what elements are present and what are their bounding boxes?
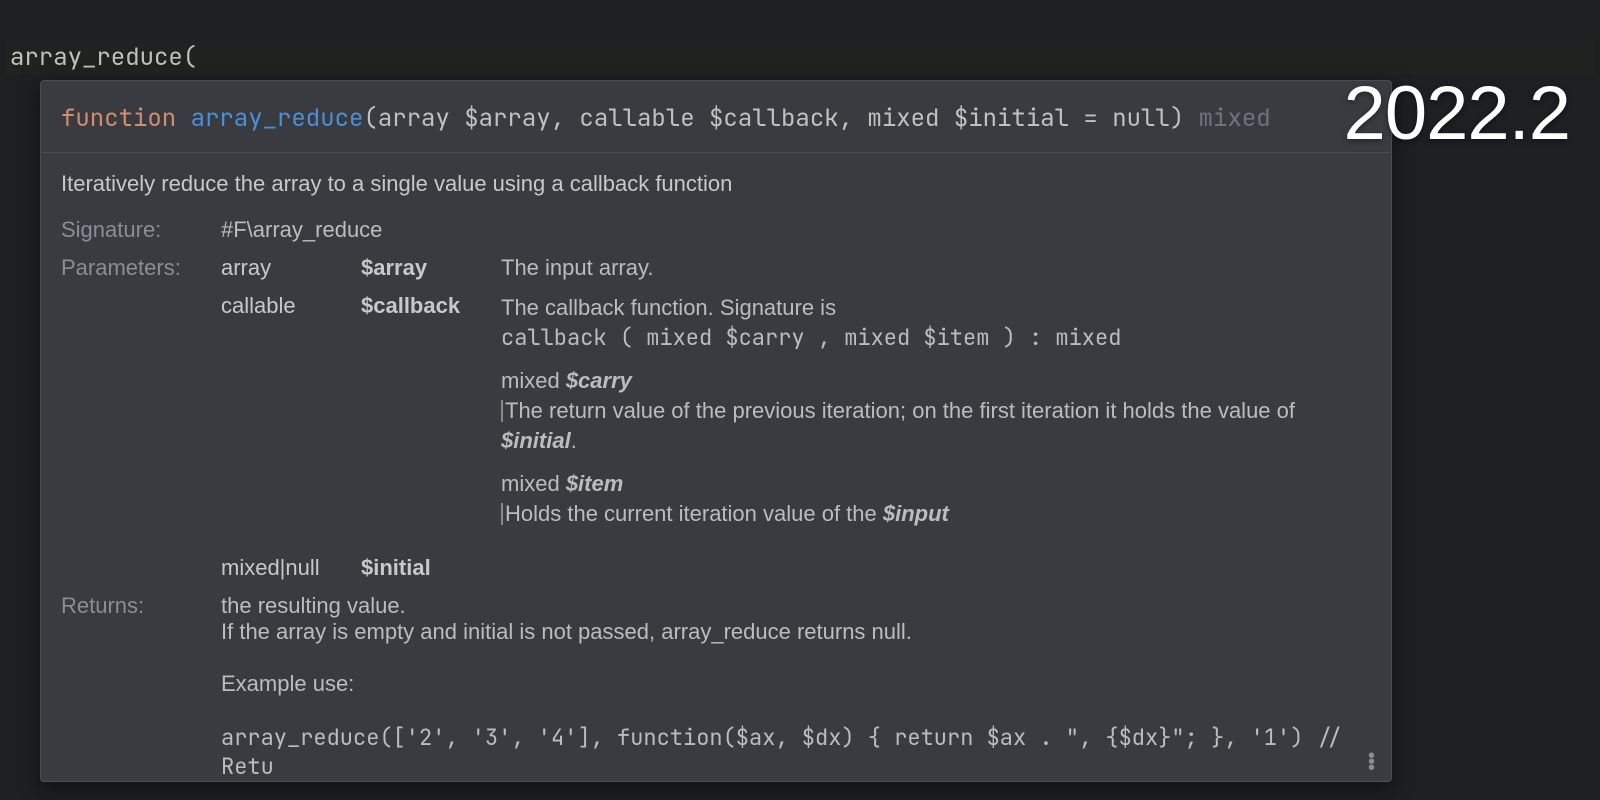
returns-line1: the resulting value. [221, 593, 406, 618]
editor-typed-text[interactable]: array_reduce( [10, 42, 197, 73]
carry-desc-post: . [571, 428, 577, 453]
param-type: callable [221, 287, 361, 549]
carry-desc-em: $initial [501, 428, 571, 453]
returns-label: Returns: [61, 587, 221, 782]
item-desc-em: $input [883, 501, 949, 526]
doc-meta-table: Signature: #F\array_reduce Parameters: a… [61, 211, 1371, 782]
item-name: $item [566, 471, 623, 496]
signature-label: Signature: [61, 211, 221, 249]
param-desc: The callback function. Signature is call… [501, 287, 1371, 549]
parameters-label: Parameters: [61, 249, 221, 287]
param-desc [501, 549, 1371, 587]
signature-params: (array $array, callable $callback, mixed… [363, 103, 1184, 134]
callback-signature: callback ( mixed $carry , mixed $item ) … [501, 323, 1121, 352]
returns-line2: If the array is empty and initial is not… [221, 619, 912, 644]
param-name: $initial [361, 549, 501, 587]
carry-name: $carry [566, 368, 632, 393]
param-type: mixed|null [221, 549, 361, 587]
documentation-popup: function array_reduce(array $array, call… [40, 80, 1392, 782]
returns-desc: the resulting value. If the array is emp… [221, 587, 1371, 782]
example-label: Example use: [221, 671, 354, 696]
caret-icon [501, 400, 503, 422]
function-name: array_reduce [191, 103, 364, 134]
documentation-body: Iteratively reduce the array to a single… [41, 153, 1391, 782]
item-desc: Holds the current iteration value of the [505, 501, 883, 526]
param-type: array [221, 249, 361, 287]
more-options-icon[interactable]: ••• [1368, 753, 1375, 771]
return-type: mixed [1199, 103, 1271, 134]
caret-icon [501, 503, 503, 525]
signature-header: function array_reduce(array $array, call… [41, 81, 1391, 153]
version-badge: 2022.2 [1344, 70, 1570, 157]
param-desc: The input array. [501, 249, 1371, 287]
signature-value: #F\array_reduce [221, 211, 1371, 249]
param-name: $callback [361, 287, 501, 549]
keyword-function: function [61, 103, 176, 134]
carry-type: mixed [501, 368, 560, 393]
example-code-1: array_reduce(['2', '3', '4'], function($… [221, 723, 1343, 781]
item-type: mixed [501, 471, 560, 496]
carry-desc: The return value of the previous iterati… [505, 398, 1295, 423]
summary-text: Iteratively reduce the array to a single… [61, 171, 1371, 197]
callback-desc-text: The callback function. Signature is [501, 295, 836, 320]
param-name: $array [361, 249, 501, 287]
